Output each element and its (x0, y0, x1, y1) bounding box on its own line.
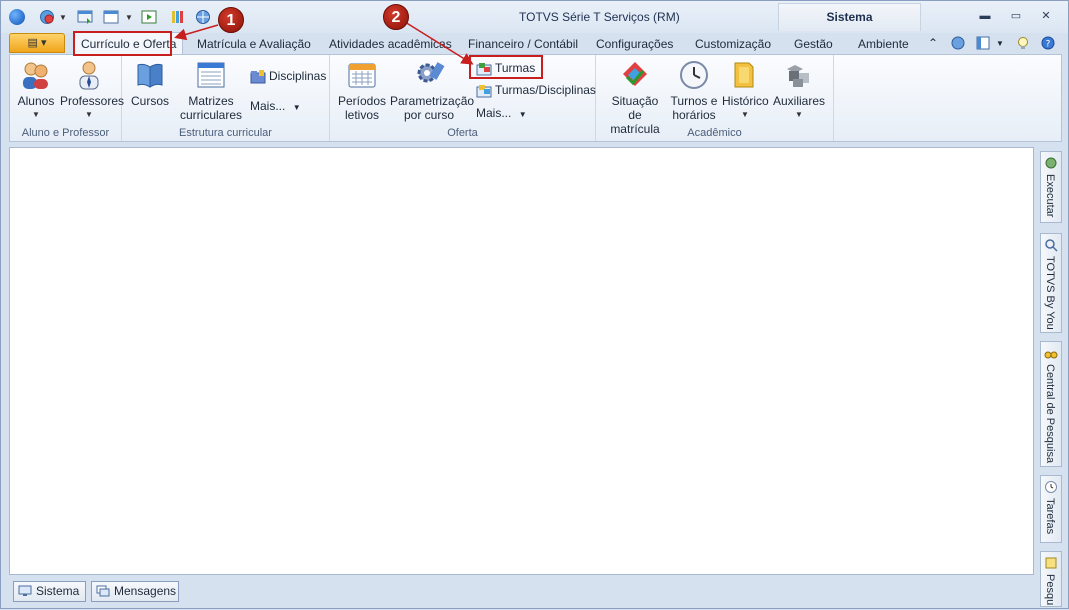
app-logo-icon[interactable] (9, 9, 25, 25)
dock-tab-totvs-by-you[interactable]: TOTVS By You (1040, 233, 1062, 333)
teacher-icon (79, 61, 99, 90)
tab-configuracoes[interactable]: Configurações (596, 37, 673, 51)
web-icon[interactable] (951, 36, 965, 50)
group-academico: Situação de matrícula Turnos e horários … (596, 55, 834, 141)
tab-gestao[interactable]: Gestão (794, 37, 833, 51)
application-menu-button[interactable]: ▤ ▾ (9, 33, 65, 53)
workspace-area (9, 147, 1034, 575)
close-button[interactable]: ✕ (1037, 9, 1055, 23)
class-subjects-icon (476, 84, 492, 98)
turmas-disciplinas-button[interactable]: Turmas/Disciplinas (476, 81, 596, 99)
dock-tab-central-pesquisa[interactable]: Central de Pesquisa (1040, 341, 1062, 467)
main-window: ▼ ▼ TOTVS Série T Serviços (RM) Sistema … (0, 0, 1069, 609)
tab-financeiro-contabil[interactable]: Financeiro / Contábil (468, 37, 578, 51)
tab-ambiente[interactable]: Ambiente (858, 37, 909, 51)
students-icon (23, 62, 48, 89)
highlight-curriculo-oferta (73, 31, 172, 56)
run-icon[interactable] (141, 9, 157, 25)
title-bar: ▼ ▼ TOTVS Série T Serviços (RM) Sistema … (1, 1, 1068, 33)
globe-icon[interactable] (39, 9, 55, 25)
chevron-down-icon: ▼ (32, 110, 40, 119)
lightbulb-icon[interactable] (1016, 36, 1030, 50)
binoculars-icon (1044, 351, 1058, 359)
context-tab-sistema[interactable]: Sistema (778, 3, 921, 31)
alunos-button[interactable]: Alunos ▼ (16, 59, 56, 122)
group-label: Acadêmico (687, 127, 742, 139)
chevron-down-icon: ▼ (741, 110, 749, 119)
window-title: TOTVS Série T Serviços (RM) (519, 10, 680, 24)
highlight-turmas (469, 55, 543, 79)
monitor-icon (18, 585, 32, 596)
minimize-button[interactable]: ▬ (976, 9, 994, 23)
gear-icon (1045, 157, 1057, 169)
window-icon[interactable] (103, 9, 119, 25)
web-icon[interactable] (195, 9, 211, 25)
chevron-down-icon: ▼ (292, 103, 301, 112)
group-label: Oferta (447, 127, 478, 139)
group-label: Aluno e Professor (21, 127, 110, 139)
parametrizacao-por-curso-button[interactable]: Parametrização por curso (390, 59, 474, 122)
matrizes-curriculares-button[interactable]: Matrizes curriculares (176, 59, 246, 122)
folder-icon (250, 69, 266, 84)
maximize-button[interactable]: ▭ (1007, 9, 1025, 23)
collapse-ribbon-icon[interactable]: ⌃ (926, 36, 940, 50)
help-icon[interactable]: ? (1041, 36, 1055, 50)
callout-1: 1 (218, 7, 244, 33)
blocks-icon (787, 65, 809, 87)
bottom-tab-sistema[interactable]: Sistema (13, 581, 86, 602)
dock-tab-pesquisa[interactable]: Pesqu (1040, 551, 1062, 607)
folder-icon (734, 62, 754, 88)
periodos-letivos-button[interactable]: Períodos letivos (338, 59, 386, 122)
tab-atividades-academicas[interactable]: Atividades acadêmicas (329, 37, 452, 51)
cursos-button[interactable]: Cursos (130, 59, 170, 108)
estrutura-mais-button[interactable]: Mais... ▼ (250, 97, 301, 115)
disciplinas-button[interactable]: Disciplinas (250, 67, 326, 85)
professores-button[interactable]: Professores ▼ (60, 59, 124, 122)
status-icon (623, 62, 647, 86)
chevron-down-icon: ▼ (795, 110, 803, 119)
search-icon (1045, 239, 1058, 252)
note-icon (1045, 557, 1057, 569)
chevron-down-icon[interactable]: ▼ (996, 39, 1010, 53)
auxiliares-button[interactable]: Auxiliares ▼ (772, 59, 826, 122)
tab-customizacao[interactable]: Customização (695, 37, 771, 51)
book-icon (137, 63, 163, 88)
grid-icon (197, 62, 225, 88)
bottom-tab-mensagens[interactable]: Mensagens (91, 581, 179, 602)
messages-icon (96, 585, 110, 597)
save-icon[interactable] (77, 9, 93, 25)
svg-text:?: ? (1046, 40, 1051, 50)
clock-icon (680, 61, 708, 89)
layout-icon[interactable] (976, 36, 990, 50)
dock-tab-executar[interactable]: Executar (1040, 151, 1062, 223)
chevron-down-icon: ▼ (518, 110, 527, 119)
group-aluno-professor: Alunos ▼ Professores ▼ Aluno e Professor (10, 55, 124, 141)
menu-icon: ▤ ▾ (27, 37, 47, 49)
gear-icon (417, 62, 445, 83)
chevron-down-icon[interactable]: ▼ (125, 13, 133, 22)
turnos-horarios-button[interactable]: Turnos e horários (670, 59, 718, 122)
group-estrutura-curricular: Cursos Matrizes curriculares Disciplinas (122, 55, 330, 141)
group-label: Estrutura curricular (179, 127, 272, 139)
tab-matricula-avaliacao[interactable]: Matrícula e Avaliação (197, 37, 311, 51)
dock-tab-tarefas[interactable]: Tarefas (1040, 475, 1062, 543)
oferta-mais-button[interactable]: Mais... ▼ (476, 104, 527, 122)
clock-icon (1045, 481, 1057, 493)
situacao-matricula-button[interactable]: Situação de matrícula (604, 59, 666, 136)
group-oferta: Períodos letivos Parametrização por curs… (330, 55, 596, 141)
chevron-down-icon: ▼ (85, 110, 93, 119)
callout-2: 2 (383, 4, 409, 30)
historico-button[interactable]: Histórico ▼ (722, 59, 769, 122)
chevron-down-icon[interactable]: ▼ (59, 13, 67, 22)
calendar-icon (348, 63, 376, 88)
paint-icon[interactable] (169, 9, 185, 25)
